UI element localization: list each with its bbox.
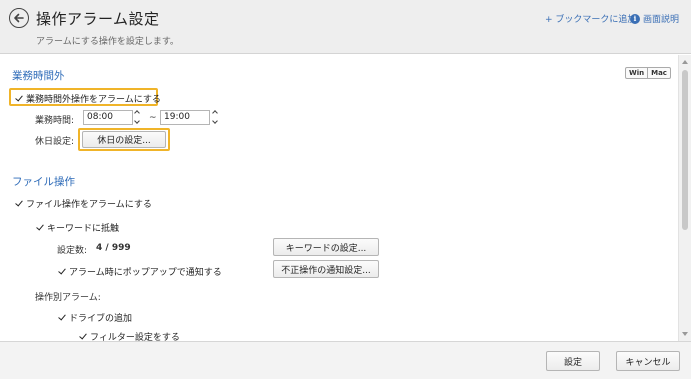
back-arrow-circle-icon[interactable] bbox=[9, 8, 29, 28]
off-hours-alarm-label: 業務時間外操作をアラームにする bbox=[26, 95, 161, 105]
file-ops-alarm-label: ファイル操作をアラームにする bbox=[26, 200, 152, 210]
holiday-setting-label: 休日設定: bbox=[35, 137, 75, 147]
back-arrow-icon bbox=[14, 13, 24, 23]
os-switch-win[interactable]: Win bbox=[626, 68, 647, 78]
os-switch: Win Mac bbox=[625, 67, 671, 79]
end-time-input[interactable]: 19:00 bbox=[160, 110, 210, 125]
ok-button[interactable]: 設定 bbox=[546, 351, 600, 371]
unauthorized-notify-settings-button[interactable]: 不正操作の通知設定... bbox=[273, 260, 379, 278]
file-ops-section-title: ファイル操作 bbox=[12, 176, 75, 188]
per-operation-alarm-label: 操作別アラーム: bbox=[35, 293, 101, 303]
setting-count-label: 設定数: bbox=[57, 246, 88, 256]
screen-help-label: 画面説明 bbox=[643, 15, 680, 25]
checkmark-icon bbox=[57, 313, 67, 323]
page-header: 操作アラーム設定 アラームにする操作を設定します。 + ブックマークに追加 i … bbox=[0, 0, 691, 54]
off-hours-alarm-checkbox[interactable]: 業務時間外操作をアラームにする bbox=[14, 92, 161, 105]
checkmark-icon bbox=[57, 267, 67, 277]
os-switch-mac[interactable]: Mac bbox=[647, 68, 670, 78]
file-ops-alarm-checkbox[interactable]: ファイル操作をアラームにする bbox=[14, 197, 152, 210]
keyword-match-label: キーワードに抵触 bbox=[47, 224, 120, 234]
page-subtitle: アラームにする操作を設定します。 bbox=[36, 37, 179, 47]
add-bookmark-link[interactable]: + ブックマークに追加 bbox=[545, 12, 636, 25]
vertical-scrollbar[interactable] bbox=[678, 55, 691, 341]
dialog-footer: 設定 キャンセル bbox=[0, 341, 691, 379]
popup-notify-checkbox[interactable]: アラーム時にポップアップで通知する bbox=[57, 265, 222, 278]
keyword-match-checkbox[interactable]: キーワードに抵触 bbox=[35, 221, 119, 234]
info-icon: i bbox=[630, 13, 640, 24]
holiday-settings-button[interactable]: 休日の設定... bbox=[82, 131, 166, 148]
off-hours-section-title: 業務時間外 bbox=[12, 70, 65, 82]
checkmark-icon bbox=[35, 223, 45, 233]
time-separator: ~ bbox=[149, 113, 157, 123]
checkmark-icon bbox=[14, 94, 24, 104]
page-title: 操作アラーム設定 bbox=[36, 10, 160, 28]
screen-help-link[interactable]: i 画面説明 bbox=[630, 12, 679, 25]
cancel-button[interactable]: キャンセル bbox=[616, 351, 680, 371]
drive-add-checkbox[interactable]: ドライブの追加 bbox=[57, 311, 132, 324]
end-time-spinner[interactable] bbox=[212, 110, 220, 125]
checkmark-icon bbox=[78, 332, 88, 342]
start-time-input[interactable]: 08:00 bbox=[83, 110, 133, 125]
scroll-thumb[interactable] bbox=[682, 70, 688, 230]
keyword-settings-button[interactable]: キーワードの設定... bbox=[273, 238, 379, 256]
business-hours-label: 業務時間: bbox=[35, 116, 75, 126]
scroll-up-icon[interactable] bbox=[682, 60, 688, 64]
checkmark-icon bbox=[14, 199, 24, 209]
setting-count-value: 4 / 999 bbox=[96, 243, 131, 253]
popup-notify-label: アラーム時にポップアップで通知する bbox=[69, 268, 222, 278]
start-time-spinner[interactable] bbox=[134, 110, 142, 125]
drive-add-label: ドライブの追加 bbox=[69, 314, 133, 324]
scroll-down-icon[interactable] bbox=[682, 332, 688, 336]
